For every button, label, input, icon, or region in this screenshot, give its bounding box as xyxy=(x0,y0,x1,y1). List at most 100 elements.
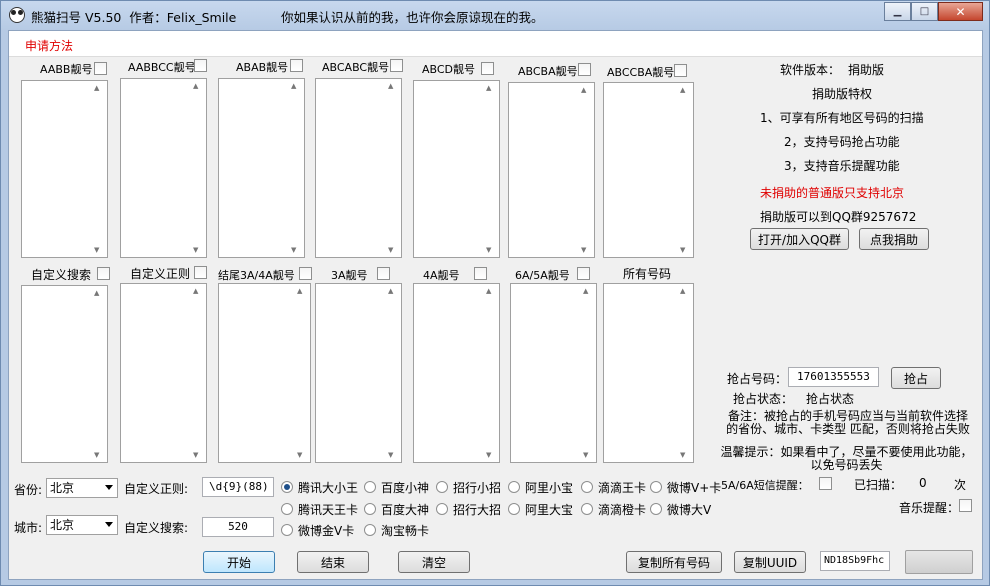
copy-uuid-button[interactable]: 复制UUID xyxy=(734,551,806,573)
category-tail-3a4a-checkbox[interactable] xyxy=(299,267,312,280)
list-abccba[interactable]: ▲ ▼ xyxy=(603,82,694,258)
clear-button[interactable]: 清空 xyxy=(398,551,470,573)
scroll-up-icon: ▲ xyxy=(486,287,492,295)
list-tail-3a4a[interactable]: ▲ ▼ xyxy=(218,283,311,463)
sms-reminder-checkbox[interactable] xyxy=(819,477,832,490)
close-button[interactable]: ✕ xyxy=(938,2,983,21)
category-abab-checkbox[interactable] xyxy=(290,59,303,72)
list-abcba[interactable]: ▲ ▼ xyxy=(508,82,595,258)
card-type-radio[interactable]: 淘宝畅卡 xyxy=(364,522,429,538)
card-type-radio[interactable]: 招行大招 xyxy=(436,501,501,517)
main-window: 熊猫扫号 V5.50 作者：Felix_Smile 你如果认识从前的我，也许你会… xyxy=(0,0,990,586)
category-abcabc-checkbox[interactable] xyxy=(390,59,403,72)
list-scrollbar[interactable]: ▲ ▼ xyxy=(579,284,596,462)
donate-button[interactable]: 点我捐助 xyxy=(859,228,929,250)
music-reminder-label: 音乐提醒： xyxy=(899,501,960,515)
close-icon: ✕ xyxy=(955,4,966,19)
list-scrollbar[interactable]: ▲ ▼ xyxy=(482,81,499,257)
list-3a[interactable]: ▲ ▼ xyxy=(315,283,402,463)
category-6a5a-checkbox[interactable] xyxy=(577,267,590,280)
panda-icon xyxy=(9,7,25,23)
card-type-radio[interactable]: 滴滴王卡 xyxy=(581,479,646,495)
list-6a5a[interactable]: ▲ ▼ xyxy=(510,283,597,463)
category-abcd-checkbox[interactable] xyxy=(481,62,494,75)
category-aabbcc-label: AABBCC靓号 xyxy=(128,61,196,74)
list-aabb[interactable]: ▲ ▼ xyxy=(21,80,108,258)
list-aabbcc[interactable]: ▲ ▼ xyxy=(120,78,207,258)
scroll-down-icon: ▼ xyxy=(680,451,686,459)
scroll-down-icon: ▼ xyxy=(388,246,394,254)
list-scrollbar[interactable]: ▲ ▼ xyxy=(90,81,107,257)
list-scrollbar[interactable]: ▲ ▼ xyxy=(90,286,107,462)
card-type-radio[interactable]: 百度大神 xyxy=(364,501,429,517)
card-type-radio[interactable]: 百度小神 xyxy=(364,479,429,495)
scroll-down-icon: ▼ xyxy=(486,246,492,254)
category-abccba-checkbox[interactable] xyxy=(674,64,687,77)
card-type-label: 阿里大宝 xyxy=(525,502,574,517)
category-aabbcc-checkbox[interactable] xyxy=(194,59,207,72)
card-type-radio[interactable]: 腾讯大小王 xyxy=(281,479,358,495)
list-scrollbar[interactable]: ▲ ▼ xyxy=(577,83,594,257)
list-scrollbar[interactable]: ▲ ▼ xyxy=(189,79,206,257)
radio-icon xyxy=(281,524,293,536)
category-aabb-checkbox[interactable] xyxy=(94,62,107,75)
category-custom-search-checkbox[interactable] xyxy=(97,267,110,280)
minimize-button[interactable]: ▁ xyxy=(884,2,911,21)
list-abcabc[interactable]: ▲ ▼ xyxy=(315,78,402,258)
list-scrollbar[interactable]: ▲ ▼ xyxy=(482,284,499,462)
uuid-field[interactable]: ND18Sb9Fhc xyxy=(820,551,890,571)
maximize-button[interactable]: □ xyxy=(911,2,938,21)
grab-number-input[interactable]: 17601355553 xyxy=(788,367,879,387)
card-type-radio[interactable]: 招行小招 xyxy=(436,479,501,495)
open-qq-group-button[interactable]: 打开/加入QQ群 xyxy=(750,228,849,250)
category-custom-regex-checkbox[interactable] xyxy=(194,266,207,279)
music-reminder-checkbox[interactable] xyxy=(959,499,972,512)
category-custom-regex-label: 自定义正则 xyxy=(130,267,191,281)
list-abab[interactable]: ▲ ▼ xyxy=(218,78,305,258)
menu-apply-method[interactable]: 申请方法 xyxy=(25,37,73,54)
card-type-label: 招行小招 xyxy=(453,480,502,495)
radio-icon xyxy=(364,481,376,493)
copy-all-numbers-button[interactable]: 复制所有号码 xyxy=(626,551,722,573)
radio-icon xyxy=(650,481,662,493)
scroll-up-icon: ▲ xyxy=(486,84,492,92)
card-type-label: 微博V+卡 xyxy=(667,480,722,495)
list-scrollbar[interactable]: ▲ ▼ xyxy=(384,284,401,462)
custom-regex-input[interactable]: \d{9}(88) xyxy=(202,477,274,497)
list-scrollbar[interactable]: ▲ ▼ xyxy=(676,284,693,462)
scroll-down-icon: ▼ xyxy=(193,451,199,459)
custom-search-input[interactable]: 520 xyxy=(202,517,274,537)
card-type-radio[interactable]: 阿里大宝 xyxy=(508,501,573,517)
card-type-label: 腾讯大小王 xyxy=(298,480,359,495)
list-scrollbar[interactable]: ▲ ▼ xyxy=(287,79,304,257)
list-all-numbers[interactable]: ▲ ▼ xyxy=(603,283,694,463)
list-scrollbar[interactable]: ▲ ▼ xyxy=(189,284,206,462)
start-button[interactable]: 开始 xyxy=(203,551,275,573)
list-custom-search[interactable]: ▲ ▼ xyxy=(21,285,108,463)
list-4a[interactable]: ▲ ▼ xyxy=(413,283,500,463)
radio-icon xyxy=(436,503,448,515)
city-select[interactable]: 北京 xyxy=(46,515,118,535)
list-custom-regex[interactable]: ▲ ▼ xyxy=(120,283,207,463)
grab-button[interactable]: 抢占 xyxy=(891,367,941,389)
category-4a-checkbox[interactable] xyxy=(474,267,487,280)
category-3a-checkbox[interactable] xyxy=(377,267,390,280)
card-type-radio[interactable]: 微博金V卡 xyxy=(281,522,354,538)
card-type-label: 招行大招 xyxy=(453,502,502,517)
card-type-radio[interactable]: 滴滴橙卡 xyxy=(581,501,646,517)
stop-button[interactable]: 结束 xyxy=(297,551,369,573)
category-abcba-checkbox[interactable] xyxy=(578,63,591,76)
list-abcd[interactable]: ▲ ▼ xyxy=(413,80,500,258)
card-type-radio[interactable]: 微博大V xyxy=(650,501,711,517)
custom-regex-label: 自定义正则: xyxy=(124,482,189,496)
province-select[interactable]: 北京 xyxy=(46,478,118,498)
card-type-radio[interactable]: 腾讯天王卡 xyxy=(281,501,358,517)
privilege-3: 3，支持音乐提醒功能 xyxy=(784,159,900,173)
list-scrollbar[interactable]: ▲ ▼ xyxy=(293,284,310,462)
list-scrollbar[interactable]: ▲ ▼ xyxy=(384,79,401,257)
category-abcba-label: ABCBA靓号 xyxy=(518,65,578,78)
list-scrollbar[interactable]: ▲ ▼ xyxy=(676,83,693,257)
card-type-radio[interactable]: 阿里小宝 xyxy=(508,479,573,495)
card-type-radio[interactable]: 微博V+卡 xyxy=(650,479,721,495)
chevron-down-icon xyxy=(105,485,113,490)
